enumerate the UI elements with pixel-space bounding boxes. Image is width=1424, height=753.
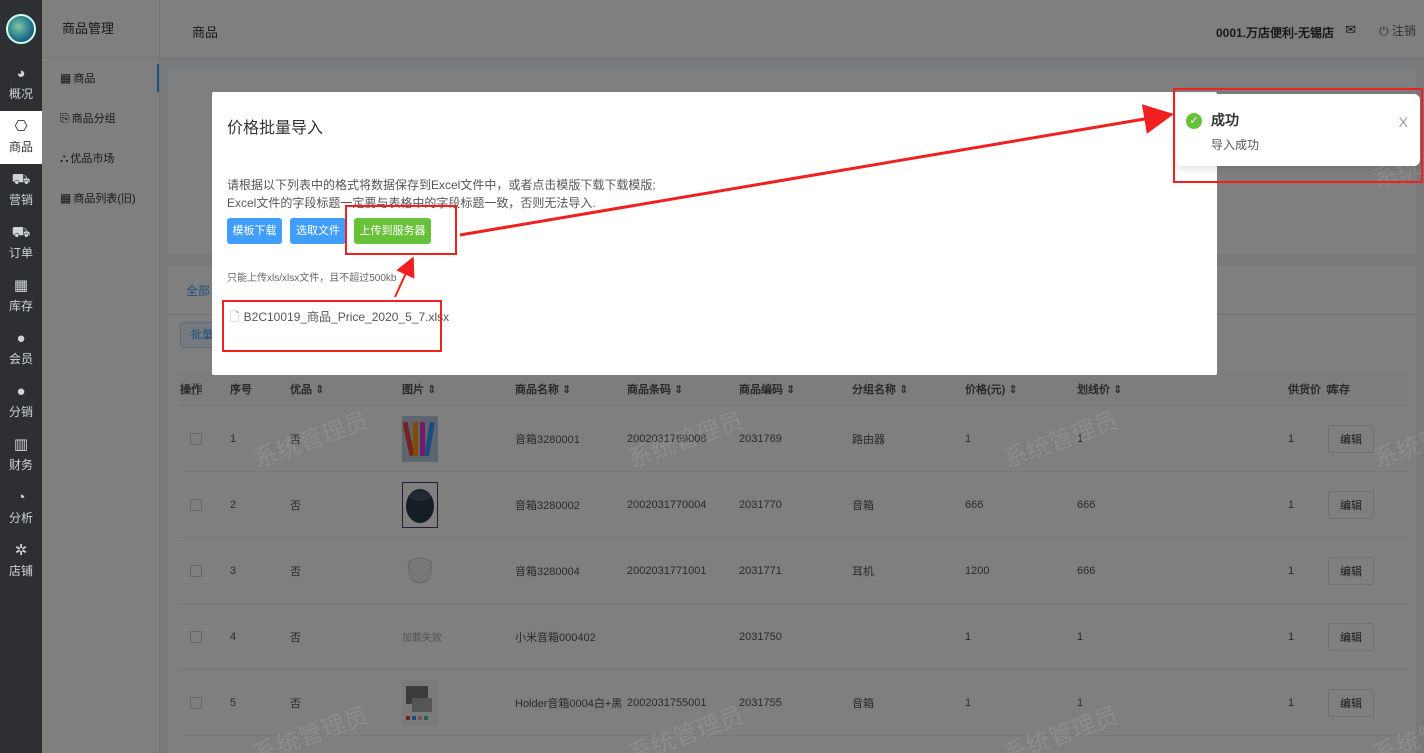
cart-icon: ⛟ xyxy=(11,224,31,241)
nav-item-label: 商品 xyxy=(8,140,33,154)
nav-item-label: 店铺 xyxy=(8,564,33,578)
nav-item-label: 营销 xyxy=(8,193,33,207)
nav-item-7[interactable]: ▥ 财务 xyxy=(0,429,42,482)
nav-item-8[interactable]: ◔ 分析 xyxy=(0,482,42,535)
upload-hint: 只能上传xls/xlsx文件，且不超过500kb xyxy=(227,273,397,284)
nav-item-label: 分销 xyxy=(8,405,33,419)
nav-item-label: 会员 xyxy=(8,352,33,366)
chart-icon: ▥ xyxy=(13,436,29,453)
pie-icon: ◔ xyxy=(16,489,26,506)
app-logo xyxy=(6,14,36,44)
annotation-box-toast xyxy=(1173,88,1423,183)
users-icon: ● xyxy=(16,383,26,400)
instruction-line-1: 请根据以下列表中的格式将数据保存到Excel文件中，或者点击模版下载下载模版; xyxy=(227,178,656,192)
nav-item-3[interactable]: ⛟ 订单 xyxy=(0,217,42,270)
select-file-button[interactable]: 选取文件 xyxy=(290,218,346,244)
annotation-box-upload xyxy=(345,205,457,255)
dialog-title: 价格批量导入 xyxy=(227,120,324,137)
nav-item-label: 概况 xyxy=(8,87,33,101)
main-sidebar: ◕ 概况 ⎔ 商品 ⛟ 营销 ⛟ 订单 ▦ 库存 ● 会员 ● 分销 ▥ 财务 ◔ 分析 ✲ 店铺 xyxy=(0,0,42,753)
template-download-button[interactable]: 模板下载 xyxy=(227,218,282,244)
nav-item-0[interactable]: ◕ 概况 xyxy=(0,58,42,111)
nav-item-9[interactable]: ✲ 店铺 xyxy=(0,535,42,588)
nav-item-label: 订单 xyxy=(8,246,33,260)
nav-item-5[interactable]: ● 会员 xyxy=(0,323,42,376)
nav-item-6[interactable]: ● 分销 xyxy=(0,376,42,429)
nav-item-label: 分析 xyxy=(8,511,33,525)
grid-icon: ▦ xyxy=(13,277,29,294)
gear-icon: ✲ xyxy=(14,542,28,559)
nav-item-label: 财务 xyxy=(8,458,33,472)
nav-item-4[interactable]: ▦ 库存 xyxy=(0,270,42,323)
annotation-box-file xyxy=(222,300,442,352)
nav-item-1[interactable]: ⎔ 商品 xyxy=(0,111,42,164)
nav-item-2[interactable]: ⛟ 营销 xyxy=(0,164,42,217)
dashboard-icon: ◕ xyxy=(16,65,26,82)
nav-item-label: 库存 xyxy=(8,299,33,313)
user-icon: ● xyxy=(16,330,26,347)
bag-icon: ⎔ xyxy=(14,118,28,135)
cart-icon: ⛟ xyxy=(11,171,31,188)
